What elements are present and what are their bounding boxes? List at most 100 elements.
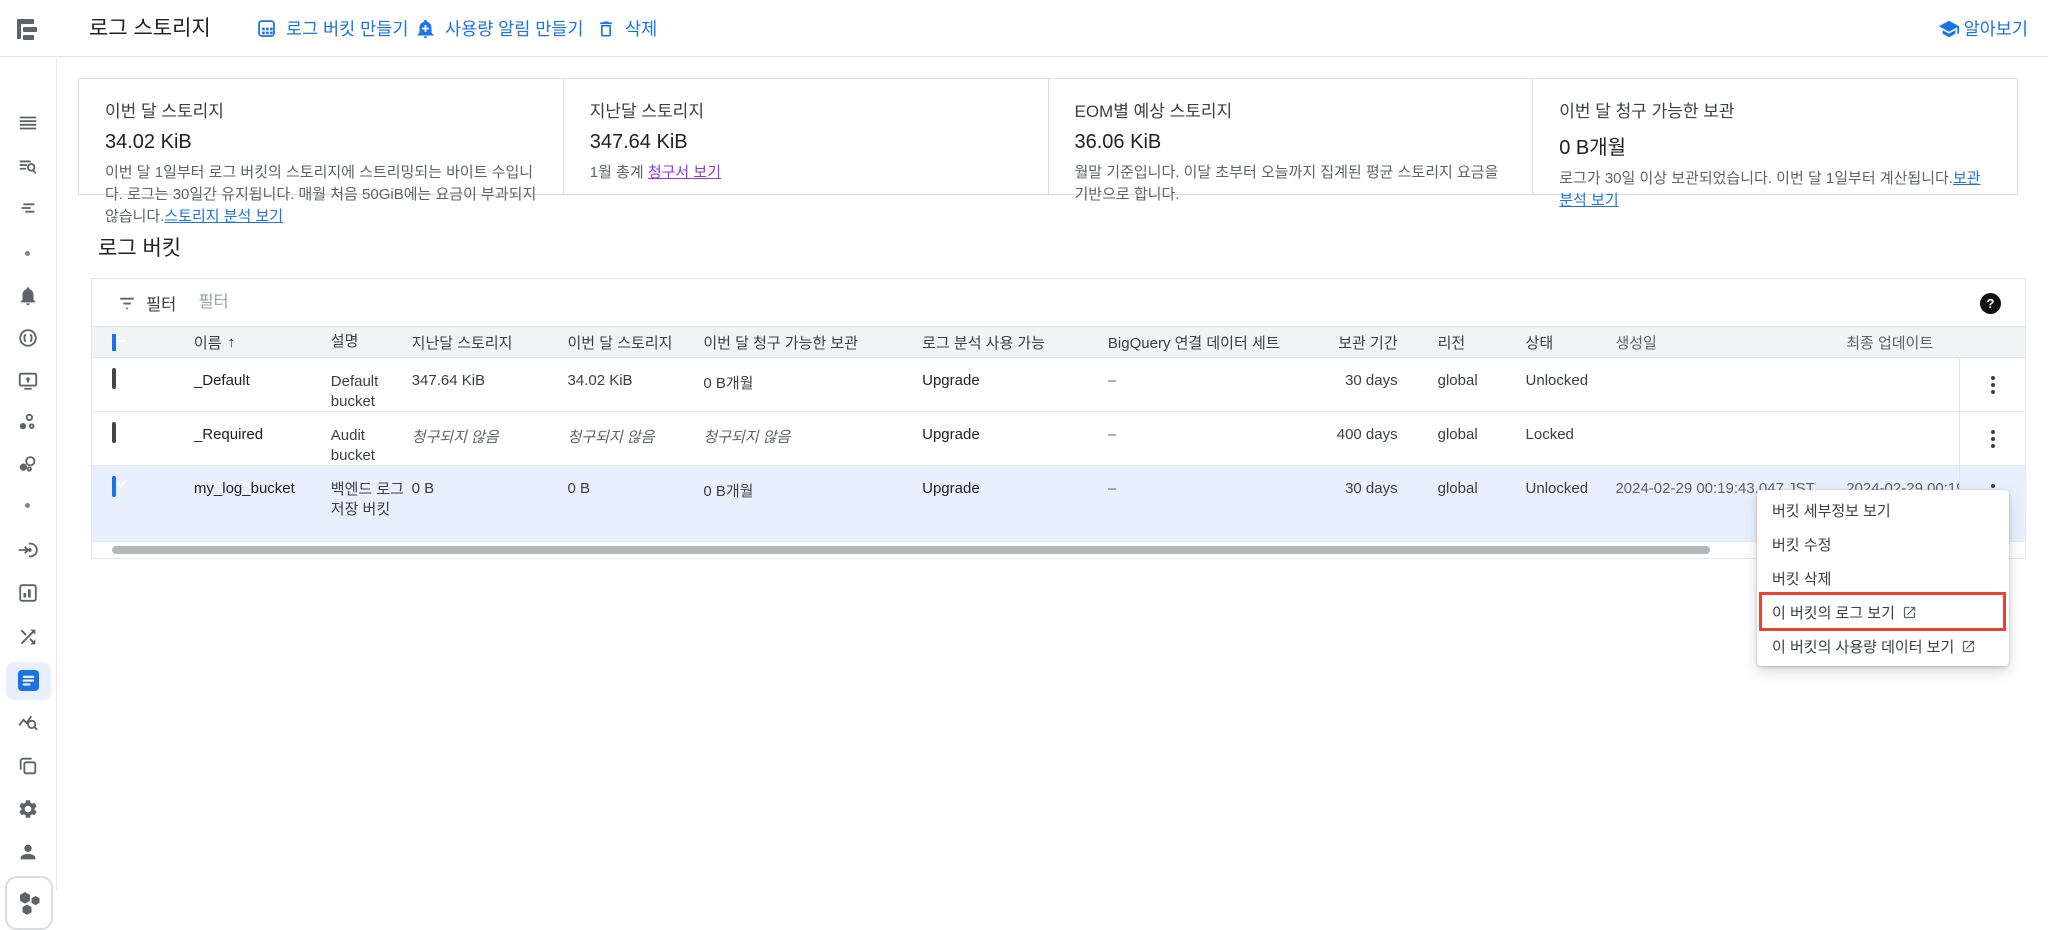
log-search-icon[interactable] — [17, 155, 41, 179]
bucket-name: my_log_bucket — [193, 480, 295, 497]
column-header-retention-period[interactable]: 보관 기간 — [1290, 332, 1438, 353]
column-header-bigquery-dataset[interactable]: BigQuery 연결 데이터 세트 — [1108, 332, 1290, 353]
hexagon-cluster-icon[interactable] — [5, 876, 53, 930]
sort-ascending-icon: ↑ — [227, 333, 236, 351]
card-desc-text: 월말 기준입니다. 이달 초부터 오늘까지 집계된 평균 스토리지 요금을 기반… — [1074, 164, 1499, 203]
checkbox-indeterminate[interactable] — [112, 333, 116, 351]
card-billable-retention: 이번 달 청구 가능한 보관 0 B개월 로그가 30일 이상 보관되었습니다.… — [1533, 79, 2017, 209]
column-header-last-month[interactable]: 지난달 스토리지 — [412, 332, 568, 353]
column-header-description[interactable]: 설명 — [331, 332, 412, 352]
storage-analysis-link[interactable]: 스토리지 분석 보기 — [164, 208, 283, 225]
row-checkbox-cell — [92, 358, 194, 411]
checkbox-unchecked[interactable] — [112, 422, 116, 443]
user-profile-icon[interactable] — [17, 841, 41, 865]
created-date — [1615, 358, 1846, 411]
upgrade-link[interactable]: Upgrade — [922, 412, 1108, 465]
settings-gear-icon[interactable] — [17, 798, 41, 822]
analytics-box-icon[interactable] — [17, 582, 41, 606]
menu-item-delete-bucket[interactable]: 버킷 삭제 — [1757, 561, 2009, 595]
bigquery-dataset: – — [1107, 426, 1117, 443]
delete-button[interactable]: 삭제 — [596, 0, 657, 57]
menu-item-label: 이 버킷의 로그 보기 — [1772, 604, 1895, 622]
updated-date — [1846, 412, 1959, 465]
services-network-icon[interactable] — [17, 411, 41, 435]
column-header-last-updated[interactable]: 최종 업데이트 — [1846, 332, 1959, 353]
storage-summary-cards: 이번 달 스토리지 34.02 KiB 이번 달 1일부터 로그 버킷의 스토리… — [78, 78, 2018, 225]
dot-icon — [25, 251, 30, 256]
table-row[interactable]: _Default Default bucket 347.64 KiB 34.02… — [92, 358, 2025, 412]
region: global — [1437, 480, 1478, 497]
billable-retention: 0 B개월 — [703, 483, 754, 500]
column-header-status[interactable]: 상태 — [1526, 332, 1616, 353]
created-date — [1615, 412, 1846, 465]
menu-item-label: 버킷 세부정보 보기 — [1772, 502, 1891, 520]
help-icon[interactable]: ? — [1980, 293, 2001, 314]
bigquery-dataset: – — [1107, 480, 1117, 497]
log-fields-icon[interactable] — [17, 197, 41, 221]
retention-period: 30 days — [1345, 372, 1398, 389]
log-storage-active-icon[interactable] — [17, 669, 41, 693]
view-invoice-link[interactable]: 청구서 보기 — [648, 164, 721, 181]
menu-item-label: 이 버킷의 사용량 데이터 보기 — [1772, 638, 1955, 656]
menu-item-view-bucket-details[interactable]: 버킷 세부정보 보기 — [1757, 493, 2009, 527]
table-row[interactable]: _Required Audit bucket 청구되지 않음 청구되지 않음 청… — [92, 412, 2025, 466]
card-description: 로그가 30일 이상 보관되었습니다. 이번 달 1일부터 계산됩니다.보관 분… — [1559, 168, 1991, 212]
column-header-this-month[interactable]: 이번 달 스토리지 — [568, 332, 704, 353]
menu-item-label: 버킷 삭제 — [1772, 570, 1832, 588]
column-header-region[interactable]: 리전 — [1438, 332, 1526, 353]
this-month-storage: 청구되지 않음 — [567, 429, 655, 446]
this-month-storage: 0 B — [567, 480, 591, 497]
graduation-cap-icon — [1938, 18, 1960, 40]
open-in-new-icon — [1961, 639, 1976, 654]
last-month-storage: 347.64 KiB — [411, 372, 486, 389]
bucket-context-menu: 버킷 세부정보 보기 버킷 수정 버킷 삭제 이 버킷의 로그 보기 이 버킷의… — [1757, 490, 2009, 666]
card-description: 월말 기준입니다. 이달 초부터 오늘까지 집계된 평균 스토리지 요금을 기반… — [1075, 162, 1507, 206]
menu-item-view-bucket-logs[interactable]: 이 버킷의 로그 보기 — [1757, 595, 2009, 629]
table-row-selected[interactable]: my_log_bucket 백엔드 로그 저장 버킷 0 B 0 B 0 B개월… — [92, 466, 2025, 542]
upgrade-link[interactable]: Upgrade — [922, 358, 1108, 411]
card-last-month-storage: 지난달 스토리지 347.64 KiB 1월 총계 청구서 보기 — [564, 79, 1049, 194]
top-app-bar: 로그 스토리지 로그 버킷 만들기 사용량 알림 만들기 삭제 알아보기 — [0, 0, 2048, 57]
filter-input[interactable] — [198, 293, 1099, 312]
column-header-log-analytics[interactable]: 로그 분석 사용 가능 — [922, 332, 1108, 353]
table-filter-bar: 필터 ? — [92, 279, 2025, 327]
error-reporting-icon[interactable] — [17, 327, 41, 351]
alerts-bell-icon[interactable] — [17, 285, 41, 309]
select-all-checkbox[interactable] — [92, 333, 194, 351]
uptime-monitor-icon[interactable] — [17, 370, 41, 394]
checkbox-unchecked[interactable] — [112, 368, 116, 389]
status: Unlocked — [1525, 480, 1589, 497]
checkbox-checked[interactable] — [112, 476, 116, 497]
billable-retention: 0 B개월 — [703, 375, 754, 392]
card-value: 347.64 KiB — [589, 131, 688, 153]
row-menu-button[interactable] — [1981, 368, 2005, 402]
card-this-month-storage: 이번 달 스토리지 34.02 KiB 이번 달 1일부터 로그 버킷의 스토리… — [79, 79, 564, 225]
table-header-row: 이름 ↑ 설명 지난달 스토리지 이번 달 스토리지 이번 달 청구 가능한 보관… — [92, 327, 2025, 358]
copy-pages-icon[interactable] — [17, 755, 41, 779]
row-checkbox-cell — [92, 412, 194, 465]
metrics-explorer-icon[interactable] — [17, 712, 41, 736]
column-header-name[interactable]: 이름 ↑ — [194, 332, 331, 353]
logs-list-icon[interactable] — [17, 112, 41, 136]
traces-icon[interactable] — [17, 453, 41, 477]
button-label: 삭제 — [625, 19, 658, 39]
log-router-icon[interactable] — [17, 626, 41, 650]
billable-retention: 청구되지 않음 — [703, 429, 791, 446]
column-header-billable-retention[interactable]: 이번 달 청구 가능한 보관 — [703, 332, 922, 353]
horizontal-scrollbar — [92, 542, 2025, 558]
scrollbar-thumb[interactable] — [112, 546, 1710, 554]
create-log-bucket-button[interactable]: 로그 버킷 만들기 — [256, 0, 408, 57]
create-usage-alert-button[interactable]: 사용량 알림 만들기 — [415, 0, 584, 57]
menu-item-edit-bucket[interactable]: 버킷 수정 — [1757, 527, 2009, 561]
bucket-name: _Default — [193, 372, 250, 389]
column-header-created[interactable]: 생성일 — [1615, 332, 1846, 353]
menu-item-view-bucket-usage-data[interactable]: 이 버킷의 사용량 데이터 보기 — [1757, 629, 2009, 663]
ingestion-icon[interactable] — [17, 539, 41, 563]
region: global — [1437, 372, 1478, 389]
learn-more-link[interactable]: 알아보기 — [1938, 0, 2028, 57]
row-menu-button[interactable] — [1981, 422, 2005, 456]
upgrade-link[interactable]: Upgrade — [922, 466, 1108, 541]
filter-funnel-icon — [118, 294, 136, 312]
button-label: 사용량 알림 만들기 — [445, 19, 584, 39]
log-buckets-section-title: 로그 버킷 — [98, 237, 182, 260]
